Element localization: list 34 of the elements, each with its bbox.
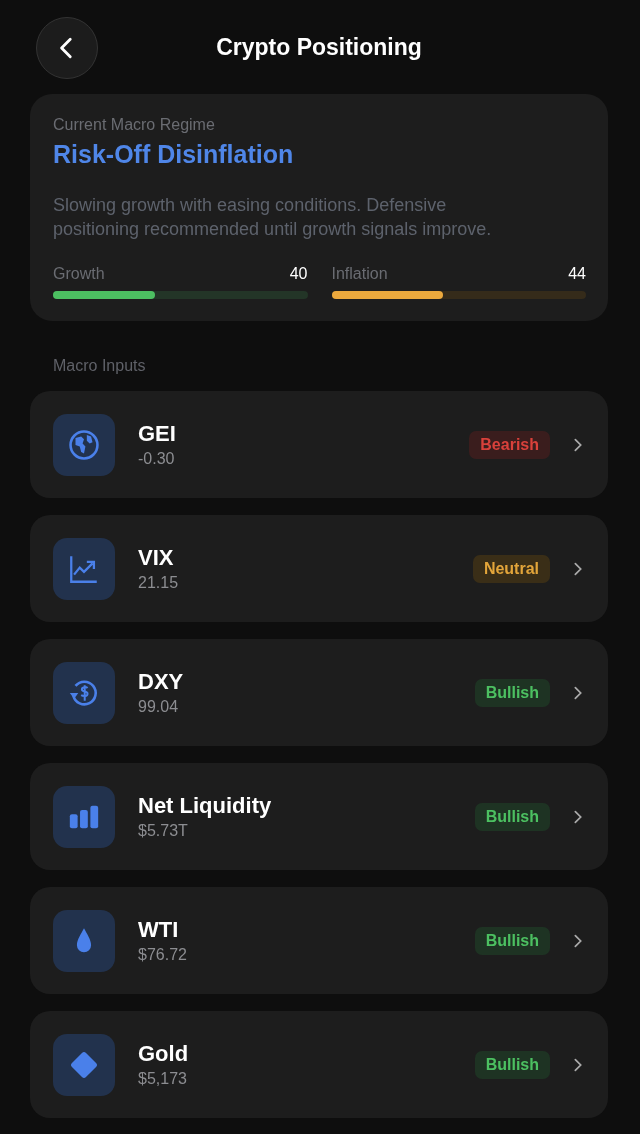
signal-badge: Bullish	[474, 802, 550, 831]
macro-input-row[interactable]: DXY 99.04 Bullish	[30, 639, 608, 746]
globe-icon	[67, 427, 101, 462]
meter-label: Inflation	[331, 265, 388, 283]
regime-description: Slowing growth with easing conditions. Defensive positioning recommended until growth signals improve.	[53, 194, 493, 241]
input-value: -0.30	[138, 450, 176, 468]
input-name: Net Liquidity	[138, 793, 273, 819]
signal-badge: Bullish	[474, 678, 550, 707]
regime-label: Current Macro Regime	[53, 116, 216, 134]
input-name: WTI	[138, 917, 180, 943]
signal-badge: Neutral	[472, 554, 550, 583]
screen-title: Crypto Positioning	[216, 33, 422, 61]
signal-badge: Bullish	[474, 1050, 550, 1079]
input-name: DXY	[138, 669, 185, 695]
macro-input-row[interactable]: WTI $76.72 Bullish	[30, 887, 608, 994]
macro-input-row[interactable]: Net Liquidity $5.73T Bullish	[30, 763, 608, 870]
regime-name: Risk-Off Disinflation	[53, 140, 295, 169]
macro-input-row[interactable]: Gold $5,173 Bullish	[30, 1011, 608, 1118]
signal-badge: Bearish	[469, 430, 550, 459]
input-value: $5.73T	[138, 822, 189, 840]
input-value: $76.72	[138, 946, 188, 964]
input-value: 99.04	[138, 698, 180, 716]
meter-reading: 40	[289, 265, 308, 283]
meter-label: Growth	[53, 265, 105, 283]
input-value: 21.15	[138, 574, 180, 592]
input-name: Gold	[138, 1041, 190, 1067]
input-name: VIX	[138, 545, 175, 571]
meter-reading: 44	[568, 265, 586, 283]
macro-input-row[interactable]: VIX 21.15 Neutral	[30, 515, 608, 622]
input-value: $5,173	[138, 1070, 188, 1088]
macro-input-row[interactable]: GEI -0.30 Bearish	[30, 391, 608, 498]
signal-badge: Bullish	[474, 926, 550, 955]
input-name: GEI	[138, 421, 177, 447]
section-title: Macro Inputs	[53, 357, 147, 375]
